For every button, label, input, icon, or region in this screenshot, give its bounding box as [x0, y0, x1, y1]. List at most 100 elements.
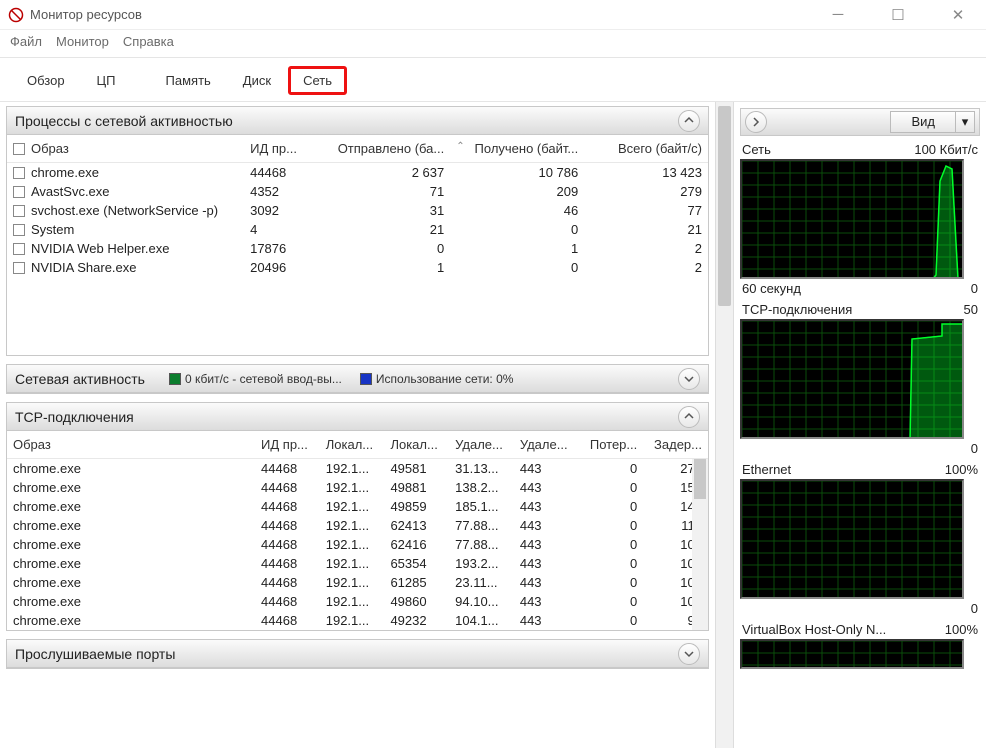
app-icon: [8, 7, 24, 23]
col-sent[interactable]: Отправлено (ба...: [316, 135, 450, 163]
row-checkbox[interactable]: [13, 243, 25, 255]
table-row[interactable]: chrome.exe44468192.1...6241377.88...4430…: [7, 516, 708, 535]
swatch-green: [169, 373, 181, 385]
graph-title: Ethernet: [742, 462, 791, 477]
row-checkbox[interactable]: [13, 262, 25, 274]
col-recv[interactable]: ⌃Получено (байт...: [450, 135, 584, 163]
tcp-table: Образ ИД пр... Локал... Локал... Удале..…: [7, 431, 708, 630]
tcp-col-loss[interactable]: Потер...: [579, 431, 644, 459]
table-row[interactable]: chrome.exe44468192.1...4958131.13...4430…: [7, 459, 708, 479]
menu-monitor[interactable]: Монитор: [56, 34, 109, 49]
collapse-icon[interactable]: [678, 110, 700, 132]
menu-help[interactable]: Справка: [123, 34, 174, 49]
tcp-col-latency[interactable]: Задер...: [643, 431, 708, 459]
tcp-col-raddr[interactable]: Удале...: [449, 431, 514, 459]
row-checkbox[interactable]: [13, 224, 25, 236]
graph-scale: 100%: [945, 622, 978, 637]
network-graph: [740, 319, 964, 439]
expand-icon[interactable]: [678, 643, 700, 665]
collapse-icon[interactable]: [678, 406, 700, 428]
graph-block: Сеть100 Кбит/с60 секунд0: [740, 142, 980, 296]
col-image[interactable]: Образ: [7, 135, 244, 163]
expand-icon[interactable]: [678, 368, 700, 390]
graph-sub-right: 0: [971, 601, 978, 616]
row-checkbox[interactable]: [13, 186, 25, 198]
window-buttons: ─ ☐ ✕: [818, 6, 978, 24]
table-row[interactable]: chrome.exe44468192.1...49881138.2...4430…: [7, 478, 708, 497]
row-checkbox[interactable]: [13, 167, 25, 179]
network-graph: [740, 639, 964, 669]
checkbox-all[interactable]: [13, 143, 25, 155]
row-checkbox[interactable]: [13, 205, 25, 217]
titlebar: Монитор ресурсов ─ ☐ ✕: [0, 0, 986, 30]
graph-block: Ethernet 100% 0: [740, 462, 980, 616]
right-pane: Вид ▾ Сеть100 Кбит/с60 секунд0TCP-подклю…: [734, 102, 986, 748]
graph-title: VirtualBox Host-Only N...: [742, 622, 886, 637]
table-row[interactable]: AvastSvc.exe435271209279: [7, 182, 708, 201]
view-button-label: Вид: [891, 112, 956, 132]
table-row[interactable]: chrome.exe44468192.1...4986094.10...4430…: [7, 592, 708, 611]
col-pid[interactable]: ИД пр...: [244, 135, 316, 163]
minimize-button[interactable]: ─: [818, 6, 858, 24]
graph-sub-left: 60 секунд: [742, 281, 801, 296]
panel-activity: Сетевая активность 0 кбит/с - сетевой вв…: [6, 364, 709, 394]
panel-tcp-title: TCP-подключения: [15, 409, 134, 425]
tcp-col-lport[interactable]: Локал...: [384, 431, 449, 459]
processes-table: Образ ИД пр... Отправлено (ба... ⌃Получе…: [7, 135, 708, 277]
table-row[interactable]: NVIDIA Web Helper.exe17876012: [7, 239, 708, 258]
graph-sub-right: 0: [971, 281, 978, 296]
activity-usage: Использование сети: 0%: [360, 372, 514, 386]
table-row[interactable]: NVIDIA Share.exe20496102: [7, 258, 708, 277]
graph-scale: 100%: [945, 462, 978, 477]
view-button[interactable]: Вид ▾: [890, 111, 975, 133]
tab-network[interactable]: Сеть: [288, 66, 347, 95]
tcp-col-pid[interactable]: ИД пр...: [255, 431, 320, 459]
graph-scale: 50: [964, 302, 978, 317]
content: Процессы с сетевой активностью Образ: [0, 102, 986, 748]
panel-tcp: TCP-подключения Образ ИД: [6, 402, 709, 631]
tab-memory[interactable]: Память: [151, 66, 226, 95]
graph-block: VirtualBox Host-Only N... 100%: [740, 622, 980, 669]
left-pane: Процессы с сетевой активностью Образ: [0, 102, 734, 748]
tab-overview[interactable]: Обзор: [12, 66, 80, 95]
graph-title: TCP-подключения: [742, 302, 852, 317]
table-row[interactable]: System421021: [7, 220, 708, 239]
activity-io: 0 кбит/с - сетевой ввод-вы...: [169, 372, 342, 386]
tabs: Обзор ЦП Память Диск Сеть: [0, 58, 986, 102]
network-graph: [740, 159, 964, 279]
menu-bar: Файл Монитор Справка: [0, 30, 986, 58]
menu-file[interactable]: Файл: [10, 34, 42, 49]
panel-tcp-header[interactable]: TCP-подключения: [7, 403, 708, 431]
table-row[interactable]: chrome.exe44468192.1...49859185.1...4430…: [7, 497, 708, 516]
close-button[interactable]: ✕: [938, 6, 978, 24]
table-row[interactable]: chrome.exe444682 63710 78613 423: [7, 163, 708, 183]
graph-sub-right: 0: [971, 441, 978, 456]
tab-cpu[interactable]: ЦП: [82, 66, 131, 95]
panel-ports-title: Прослушиваемые порты: [15, 646, 175, 662]
network-graph: [740, 479, 964, 599]
table-row[interactable]: svchost.exe (NetworkService -p)309231467…: [7, 201, 708, 220]
table-row[interactable]: chrome.exe44468192.1...6241677.88...4430…: [7, 535, 708, 554]
panel-ports: Прослушиваемые порты: [6, 639, 709, 669]
col-total[interactable]: Всего (байт/с): [584, 135, 708, 163]
panel-processes: Процессы с сетевой активностью Образ: [6, 106, 709, 356]
left-scrollbar[interactable]: [715, 102, 733, 748]
table-row[interactable]: chrome.exe44468192.1...6128523.11...4430…: [7, 573, 708, 592]
tcp-col-image[interactable]: Образ: [7, 431, 255, 459]
tcp-col-laddr[interactable]: Локал...: [320, 431, 385, 459]
tcp-scrollbar[interactable]: [692, 459, 708, 630]
maximize-button[interactable]: ☐: [878, 6, 918, 24]
panel-ports-header[interactable]: Прослушиваемые порты: [7, 640, 708, 668]
tab-disk[interactable]: Диск: [228, 66, 286, 95]
collapse-right-icon[interactable]: [745, 111, 767, 133]
panel-activity-title: Сетевая активность: [15, 371, 145, 387]
panel-processes-header[interactable]: Процессы с сетевой активностью: [7, 107, 708, 135]
graph-scale: 100 Кбит/с: [914, 142, 978, 157]
table-row[interactable]: chrome.exe44468192.1...65354193.2...4430…: [7, 554, 708, 573]
chevron-down-icon: ▾: [956, 112, 974, 132]
right-toolbar: Вид ▾: [740, 108, 980, 136]
tcp-col-rport[interactable]: Удале...: [514, 431, 579, 459]
swatch-blue: [360, 373, 372, 385]
table-row[interactable]: chrome.exe44468192.1...49232104.1...4430…: [7, 611, 708, 630]
panel-activity-header[interactable]: Сетевая активность 0 кбит/с - сетевой вв…: [7, 365, 708, 393]
